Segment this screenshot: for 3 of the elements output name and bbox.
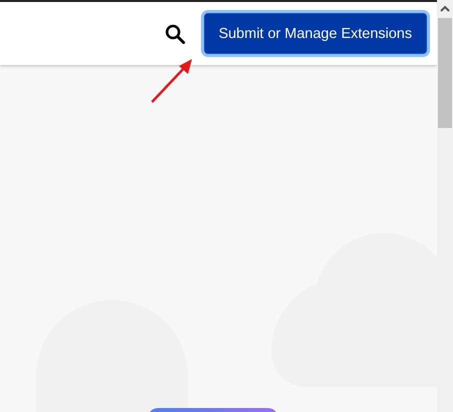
search-icon[interactable] [164,22,186,44]
submit-extensions-button[interactable]: Submit or Manage Extensions [204,13,427,54]
scrollbar-thumb[interactable] [438,18,452,128]
